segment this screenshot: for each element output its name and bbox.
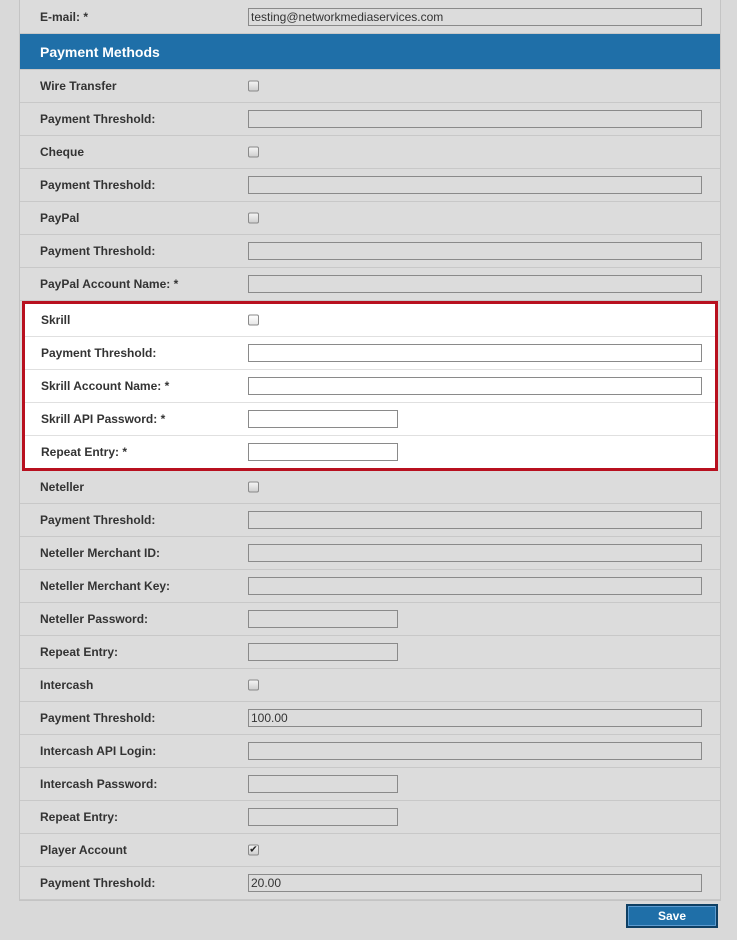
intercash-api-login-field[interactable]	[248, 742, 702, 760]
repeat-entry-row: Repeat Entry:	[20, 636, 720, 669]
skrill-highlight-box: Skrill Payment Threshold: Skrill Account N…	[22, 301, 718, 471]
neteller-merchant-id-label: Neteller Merchant ID:	[40, 546, 161, 560]
payment-threshold-label: Payment Threshold:	[40, 112, 156, 126]
neteller-merchant-id-row: Neteller Merchant ID:	[20, 537, 720, 570]
payment-threshold-field[interactable]	[248, 242, 702, 260]
repeat-entry-field[interactable]	[248, 808, 398, 826]
cheque-row: Cheque	[20, 136, 720, 169]
intercash-password-row: Intercash Password:	[20, 768, 720, 801]
cheque-label: Cheque	[40, 145, 85, 159]
wire-transfer-checkbox[interactable]	[248, 80, 259, 92]
paypal-row: PayPal	[20, 202, 720, 235]
payment-threshold-label: Payment Threshold:	[40, 876, 156, 890]
payment-threshold-row: Payment Threshold:	[25, 337, 715, 370]
repeat-entry-row: Repeat Entry: *	[25, 436, 715, 468]
payment-threshold-field[interactable]	[248, 176, 702, 194]
neteller-password-row: Neteller Password:	[20, 603, 720, 636]
payment-methods-list: Wire Transfer Payment Threshold: Cheque Pay…	[20, 70, 720, 301]
section-header: Payment Methods	[20, 34, 720, 70]
save-button[interactable]: Save	[626, 904, 718, 928]
wire-transfer-label: Wire Transfer	[40, 79, 117, 93]
payment-form: E-mail: * Payment Methods Wire Transfer P…	[19, 0, 721, 901]
email-field[interactable]	[248, 7, 702, 26]
neteller-merchant-key-field[interactable]	[248, 577, 702, 595]
paypal-label: PayPal	[40, 211, 80, 225]
paypal-account-name-field[interactable]	[248, 275, 702, 293]
payment-threshold-row: Payment Threshold:	[20, 504, 720, 537]
payment-threshold-label: Payment Threshold:	[40, 178, 156, 192]
skrill-account-name-label: Skrill Account Name: *	[41, 379, 170, 393]
payment-threshold-field[interactable]	[248, 511, 702, 529]
player-account-row: Player Account ✔	[20, 834, 720, 867]
repeat-entry-label: Repeat Entry: *	[41, 445, 128, 459]
intercash-api-login-label: Intercash API Login:	[40, 744, 157, 758]
paypal-checkbox[interactable]	[248, 212, 259, 224]
payment-methods-list-continued: Neteller Payment Threshold: Neteller Merch…	[20, 471, 720, 900]
intercash-api-login-row: Intercash API Login:	[20, 735, 720, 768]
payment-threshold-field[interactable]	[248, 344, 702, 362]
neteller-merchant-key-row: Neteller Merchant Key:	[20, 570, 720, 603]
payment-threshold-row: Payment Threshold:	[20, 702, 720, 735]
payment-threshold-label: Payment Threshold:	[41, 346, 157, 360]
intercash-password-field[interactable]	[248, 775, 398, 793]
neteller-checkbox[interactable]	[248, 481, 259, 493]
wire-transfer-row: Wire Transfer	[20, 70, 720, 103]
repeat-entry-label: Repeat Entry:	[40, 645, 119, 659]
player-account-checkbox[interactable]: ✔	[248, 844, 259, 856]
section-title: Payment Methods	[40, 43, 160, 60]
intercash-row: Intercash	[20, 669, 720, 702]
skrill-api-password-row: Skrill API Password: *	[25, 403, 715, 436]
payment-threshold-field[interactable]	[248, 709, 702, 727]
intercash-label: Intercash	[40, 678, 94, 692]
payment-threshold-field[interactable]	[248, 110, 702, 128]
skrill-label: Skrill	[41, 313, 71, 327]
payment-threshold-label: Payment Threshold:	[40, 711, 156, 725]
neteller-label: Neteller	[40, 480, 85, 494]
repeat-entry-field[interactable]	[248, 443, 398, 461]
skrill-checkbox[interactable]	[248, 314, 259, 326]
skrill-row: Skrill	[25, 304, 715, 337]
paypal-account-name-label: PayPal Account Name: *	[40, 277, 179, 291]
neteller-merchant-id-field[interactable]	[248, 544, 702, 562]
payment-threshold-row: Payment Threshold:	[20, 235, 720, 268]
repeat-entry-field[interactable]	[248, 643, 398, 661]
email-row: E-mail: *	[20, 0, 720, 34]
neteller-password-field[interactable]	[248, 610, 398, 628]
skrill-api-password-label: Skrill API Password: *	[41, 412, 166, 426]
skrill-account-name-row: Skrill Account Name: *	[25, 370, 715, 403]
email-label: E-mail: *	[40, 9, 89, 24]
neteller-merchant-key-label: Neteller Merchant Key:	[40, 579, 171, 593]
neteller-row: Neteller	[20, 471, 720, 504]
skrill-account-name-field[interactable]	[248, 377, 702, 395]
intercash-checkbox[interactable]	[248, 679, 259, 691]
payment-threshold-label: Payment Threshold:	[40, 244, 156, 258]
payment-threshold-field[interactable]	[248, 874, 702, 892]
neteller-password-label: Neteller Password:	[40, 612, 149, 626]
player-account-label: Player Account	[40, 843, 127, 857]
payment-threshold-label: Payment Threshold:	[40, 513, 156, 527]
paypal-account-name-row: PayPal Account Name: *	[20, 268, 720, 301]
repeat-entry-label: Repeat Entry:	[40, 810, 119, 824]
payment-threshold-row: Payment Threshold:	[20, 169, 720, 202]
payment-threshold-row: Payment Threshold:	[20, 867, 720, 900]
payment-threshold-row: Payment Threshold:	[20, 103, 720, 136]
repeat-entry-row: Repeat Entry:	[20, 801, 720, 834]
cheque-checkbox[interactable]	[248, 146, 259, 158]
skrill-api-password-field[interactable]	[248, 410, 398, 428]
intercash-password-label: Intercash Password:	[40, 777, 158, 791]
